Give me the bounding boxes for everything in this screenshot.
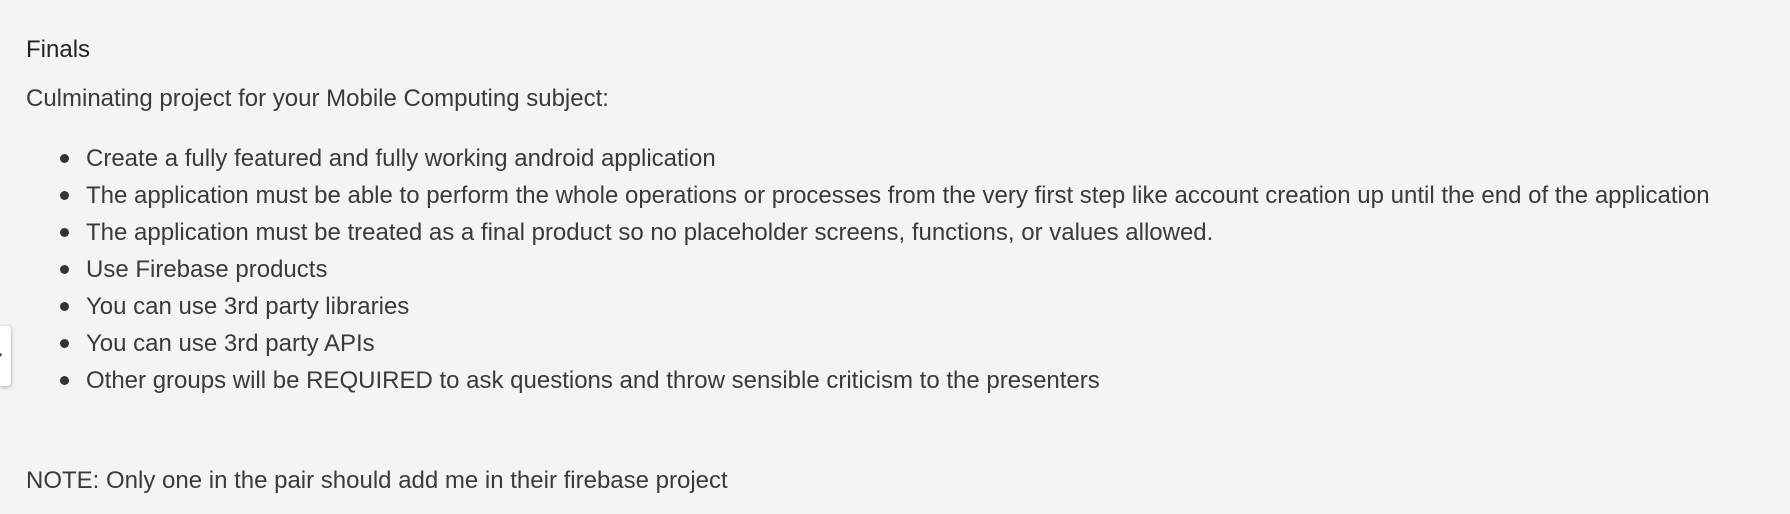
intro-text: Culminating project for your Mobile Comp… [26,85,609,112]
side-panel-toggle-button[interactable]: › [0,326,11,386]
note-text: NOTE: Only one in the pair should add me… [26,467,728,494]
list-item: Other groups will be REQUIRED to ask que… [60,362,1710,399]
list-item: You can use 3rd party APIs [60,325,1710,362]
list-item: Use Firebase products [60,251,1710,288]
requirements-list: Create a fully featured and fully workin… [26,140,1710,399]
page-title: Finals [26,36,91,63]
chevron-right-icon: › [0,345,3,365]
list-item: Create a fully featured and fully workin… [60,140,1710,177]
list-item: You can use 3rd party libraries [60,288,1710,325]
list-item: The application must be able to perform … [60,177,1710,214]
assignment-page: Finals Culminating project for your Mobi… [0,0,1790,514]
list-item: The application must be treated as a fin… [60,214,1710,251]
